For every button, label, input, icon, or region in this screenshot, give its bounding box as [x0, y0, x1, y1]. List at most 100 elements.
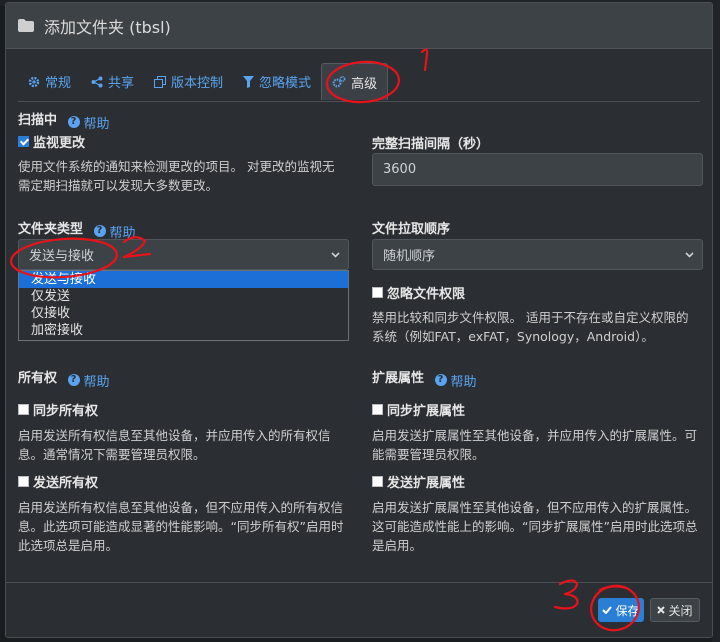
scanning-heading-text: 扫描中: [18, 113, 58, 128]
send-xattrs-option: 发送扩展属性: [372, 472, 465, 491]
send-xattrs-checkbox[interactable]: [372, 476, 383, 487]
scanning-help-link[interactable]: ? 帮助: [67, 113, 110, 132]
pull-order-selected: 随机顺序: [383, 249, 436, 264]
watch-changes-description: 使用文件系统的通知来检测更改的项目。 对更改的监视无 需定期扫描就可以发现大多数…: [18, 157, 358, 195]
cogs-icon: [332, 76, 346, 88]
save-button[interactable]: 保存: [598, 598, 644, 622]
tab-label: 版本控制: [171, 76, 224, 91]
desc-line: 启用发送所有权信息至其他设备，但不应用传入的所有权信: [18, 500, 344, 515]
desc-line: 系统（例如FAT，exFAT，Synology，Android）。: [372, 329, 654, 344]
watch-changes-checkbox[interactable]: [18, 136, 29, 147]
sync-xattrs-label: 同步扩展属性: [387, 404, 466, 419]
sync-ownership-option: 同步所有权: [18, 400, 98, 419]
sync-xattrs-description: 启用发送扩展属性至其他设备，并应用传入的扩展属性。可 能需要管理员权限。: [372, 426, 708, 464]
desc-line: 是启用。: [372, 538, 423, 553]
sync-xattrs-checkbox[interactable]: [372, 404, 383, 415]
send-xattrs-description: 启用发送扩展属性至其他设备，但不应用传入的扩展属性。 这可能造成性能上的影响。“…: [372, 498, 708, 555]
sync-xattrs-option: 同步扩展属性: [372, 400, 465, 419]
add-folder-dialog: 添加文件夹 (tbsl) 常规 共享 版本控制 忽略模式 高级 扫描中 ? 帮助…: [5, 2, 713, 638]
tab-sharing[interactable]: 共享: [81, 63, 144, 100]
rescan-interval-value: 3600: [383, 162, 417, 177]
folder-type-option[interactable]: 发送与接收: [19, 271, 348, 288]
folder-type-heading: 文件夹类型 ? 帮助: [18, 218, 136, 241]
sync-ownership-label: 同步所有权: [33, 404, 99, 419]
dialog-header: 添加文件夹 (tbsl): [6, 3, 712, 49]
send-ownership-option: 发送所有权: [18, 472, 98, 491]
dialog-title: 添加文件夹 (tbsl): [44, 17, 171, 37]
xattrs-heading: 扩展属性 ? 帮助: [372, 367, 477, 390]
desc-line: 启用发送所有权信息至其他设备，并应用传入的所有权信: [18, 428, 331, 443]
question-icon: ?: [67, 374, 80, 386]
share-icon: [91, 76, 103, 87]
folder-type-select[interactable]: 发送与接收: [18, 239, 349, 270]
ownership-heading-text: 所有权: [18, 371, 58, 386]
send-ownership-checkbox[interactable]: [18, 476, 29, 487]
tab-ignore-patterns[interactable]: 忽略模式: [233, 63, 321, 100]
question-icon: ?: [434, 374, 447, 386]
help-text: 帮助: [450, 374, 477, 390]
question-icon: ?: [93, 225, 106, 237]
folder-type-option[interactable]: 仅发送: [19, 288, 348, 305]
desc-line: 启用发送扩展属性至其他设备，并应用传入的扩展属性。可: [372, 428, 698, 443]
sync-ownership-checkbox[interactable]: [18, 404, 29, 415]
desc-line: 此选项总是启用。: [18, 538, 119, 553]
folder-icon: [18, 19, 34, 32]
gear-icon: [28, 76, 40, 87]
copy-icon: [154, 75, 167, 88]
desc-line: 禁用比较和同步文件权限。 适用于不存在或自定义权限的: [372, 310, 689, 325]
tab-general[interactable]: 常规: [18, 63, 81, 100]
folder-type-option[interactable]: 仅接收: [19, 305, 348, 322]
send-ownership-description: 启用发送所有权信息至其他设备，但不应用传入的所有权信 息。此选项可能造成显著的性…: [18, 498, 362, 555]
desc-line: 这可能造成性能上的影响。“同步扩展属性”启用时此选项总: [372, 519, 698, 534]
pull-order-label: 文件拉取顺序: [372, 222, 451, 237]
check-icon: [602, 606, 613, 614]
send-ownership-label: 发送所有权: [33, 476, 99, 491]
tab-label: 高级: [351, 76, 378, 92]
send-xattrs-label: 发送扩展属性: [387, 476, 466, 491]
ownership-help-link[interactable]: ? 帮助: [67, 371, 110, 390]
rescan-interval-label: 完整扫描间隔（秒）: [372, 137, 490, 152]
xattrs-heading-text: 扩展属性: [372, 371, 425, 386]
help-text: 帮助: [83, 374, 110, 390]
tab-label: 忽略模式: [259, 76, 312, 91]
folder-type-help-link[interactable]: ? 帮助: [93, 222, 136, 241]
desc-line: 启用发送扩展属性至其他设备，但不应用传入的扩展属性。: [372, 500, 698, 515]
tab-bar: 常规 共享 版本控制 忽略模式 高级: [18, 63, 700, 102]
dialog-footer: 保存 关闭: [6, 582, 712, 637]
xattrs-help-link[interactable]: ? 帮助: [434, 371, 477, 390]
chevron-down-icon: [331, 251, 340, 258]
folder-type-dropdown: 发送与接收 仅发送 仅接收 加密接收: [18, 270, 349, 341]
pull-order-select[interactable]: 随机顺序: [372, 239, 703, 270]
folder-type-option[interactable]: 加密接收: [19, 322, 348, 339]
background-scrollbar-area: [712, 0, 720, 642]
folder-type-label: 文件夹类型: [18, 222, 84, 237]
tab-versioning[interactable]: 版本控制: [144, 63, 233, 100]
sync-ownership-description: 启用发送所有权信息至其他设备，并应用传入的所有权信 息。通常情况下需要管理员权限…: [18, 426, 358, 464]
rescan-interval-input[interactable]: 3600: [372, 153, 703, 186]
ignore-permissions-checkbox[interactable]: [372, 287, 383, 298]
tab-label: 共享: [108, 76, 135, 91]
ignore-permissions-option: 忽略文件权限: [372, 283, 465, 302]
ignore-permissions-description: 禁用比较和同步文件权限。 适用于不存在或自定义权限的 系统（例如FAT，exFA…: [372, 308, 708, 346]
close-button[interactable]: 关闭: [650, 598, 700, 622]
scanning-heading: 扫描中 ? 帮助: [18, 109, 110, 132]
ownership-heading: 所有权 ? 帮助: [18, 367, 110, 390]
save-label: 保存: [615, 603, 640, 618]
ignore-permissions-label: 忽略文件权限: [387, 287, 466, 302]
desc-line: 能需要管理员权限。: [372, 447, 485, 462]
desc-line: 息。通常情况下需要管理员权限。: [18, 447, 206, 462]
desc-line: 使用文件系统的通知来检测更改的项目。 对更改的监视无: [18, 159, 335, 174]
watch-changes-option: 监视更改: [18, 132, 85, 151]
filter-icon: [243, 75, 255, 88]
close-label: 关闭: [668, 603, 693, 618]
watch-changes-label: 监视更改: [33, 136, 86, 151]
folder-type-selected: 发送与接收: [29, 249, 95, 264]
tab-label: 常规: [45, 76, 72, 91]
help-text: 帮助: [83, 116, 110, 132]
tab-advanced[interactable]: 高级: [321, 63, 389, 100]
desc-line: 息。此选项可能造成显著的性能影响。“同步所有权”启用时: [18, 519, 344, 534]
help-text: 帮助: [109, 225, 136, 241]
question-icon: ?: [67, 116, 80, 128]
desc-line: 需定期扫描就可以发现大多数更改。: [18, 178, 219, 193]
close-icon: [657, 606, 666, 614]
